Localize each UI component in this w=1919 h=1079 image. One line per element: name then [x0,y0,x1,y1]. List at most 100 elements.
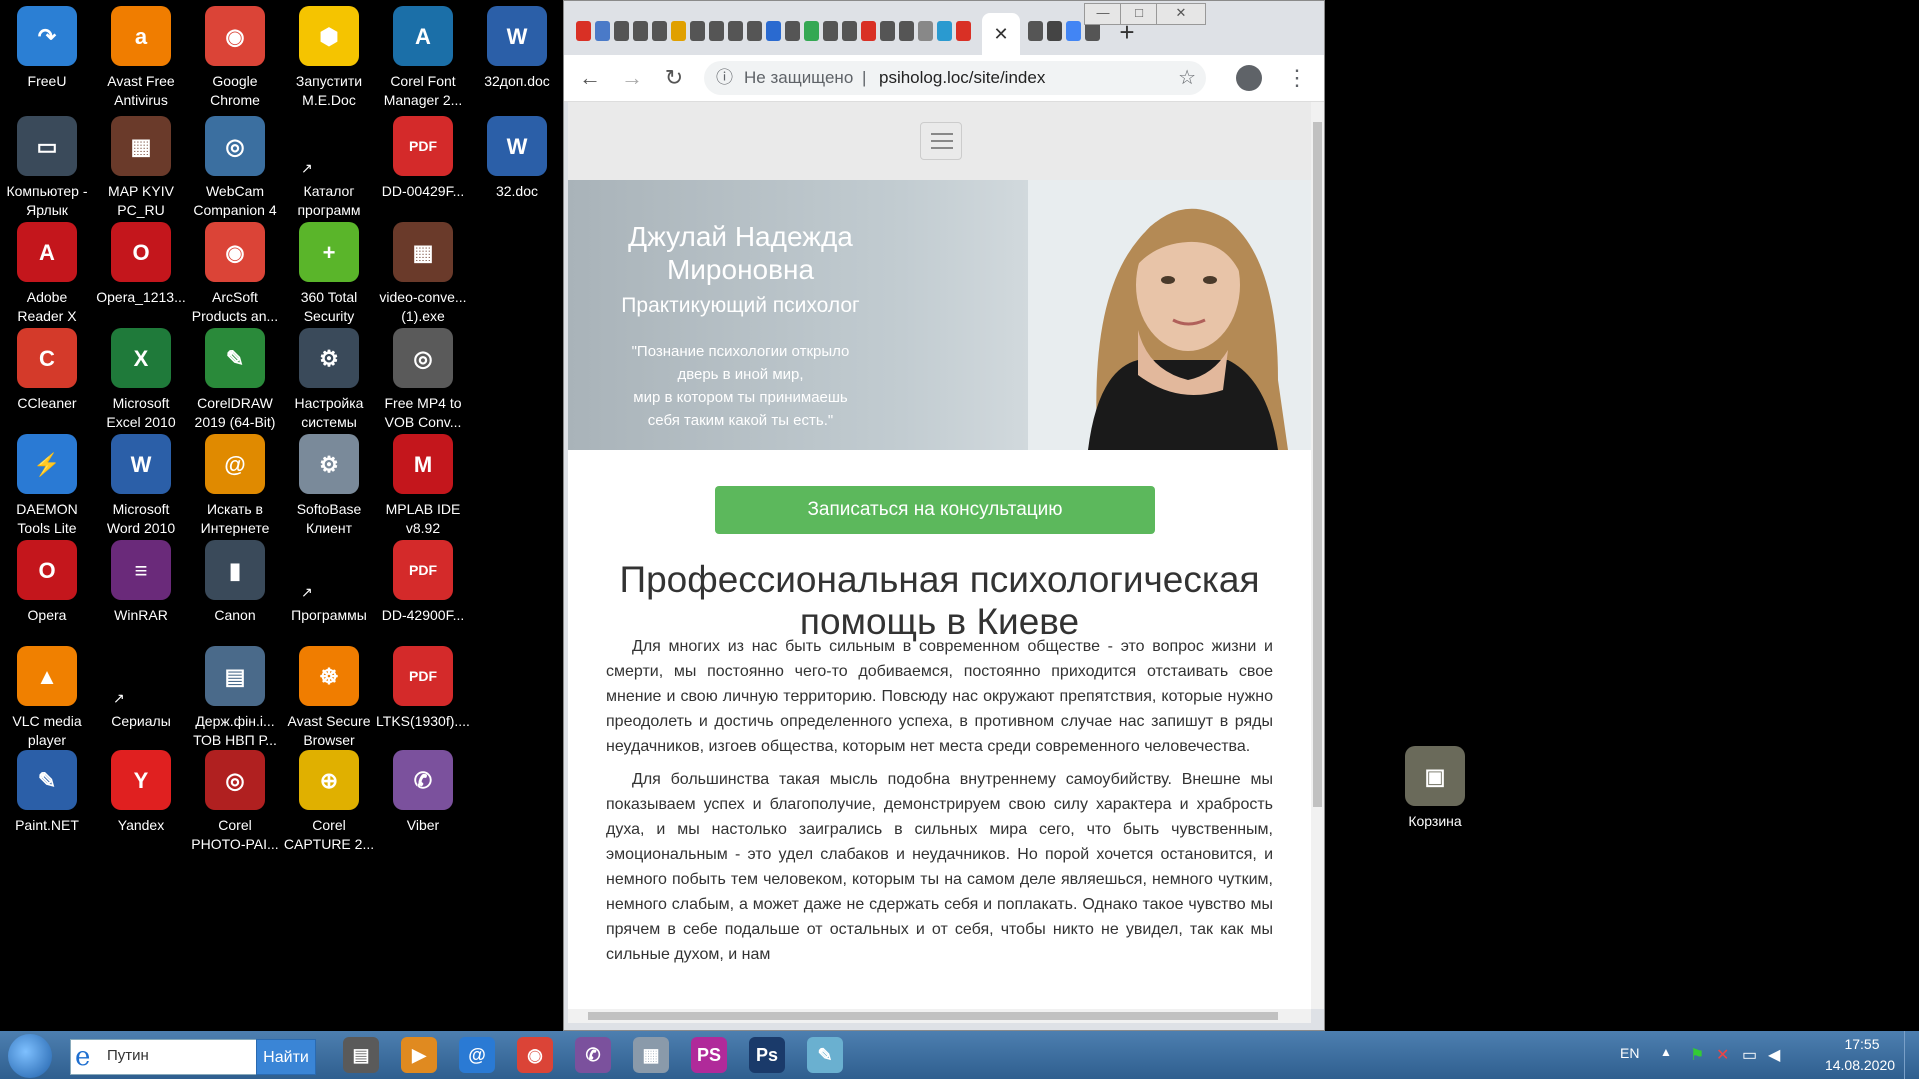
desktop-icon[interactable]: ↗ Программы [282,534,376,654]
info-icon[interactable]: ⓘ [716,61,733,95]
desktop-icon[interactable]: O Opera_1213... [94,216,188,336]
maximize-button[interactable]: □ [1120,3,1158,25]
url-text[interactable]: psiholog.loc/site/index [879,61,1045,95]
desktop-icon[interactable]: ⚡ DAEMON Tools Lite [0,428,94,548]
tab-favicon-icon[interactable] [766,21,781,41]
taskbar-app-printer[interactable]: ▤ [328,1033,394,1077]
tab-favicon-icon[interactable] [690,21,705,41]
tab-favicon-icon[interactable] [576,21,591,41]
taskbar-search-input[interactable] [105,1046,254,1065]
taskbar-app-mail[interactable]: @ [444,1033,510,1077]
desktop-icon[interactable]: ≡ WinRAR [94,534,188,654]
horizontal-scrollbar[interactable] [568,1009,1311,1023]
tab-favicon-icon[interactable] [614,21,629,41]
desktop-icon[interactable]: ▭ Компьютер - Ярлык [0,110,94,230]
tab-favicon-icon[interactable] [652,21,667,41]
tab-favicon-icon[interactable] [709,21,724,41]
show-desktop-button[interactable] [1904,1031,1919,1079]
profile-avatar-icon[interactable] [1236,65,1262,91]
tab-favicon-icon[interactable] [804,21,819,41]
desktop-icon[interactable]: PDF DD-00429F... [376,110,470,230]
taskbar-app-photoshop[interactable]: Ps [734,1033,800,1077]
desktop-icon[interactable]: ▮ Canon [188,534,282,654]
desktop-icon[interactable]: ⬢ Запустити M.E.Doc [282,0,376,120]
vertical-scrollbar[interactable] [1311,102,1324,1009]
volume-icon[interactable]: ◀ [1768,1045,1786,1064]
desktop-icon[interactable]: ◎ Free MP4 to VOB Conv... [376,322,470,442]
clock-date[interactable]: 14.08.2020 [1815,1057,1905,1073]
desktop-icon[interactable]: ◉ ArcSoft Products an... [188,216,282,336]
desktop-icon[interactable]: PDF LTKS(1930f).... [376,640,470,760]
tab-favicon-icon[interactable] [785,21,800,41]
address-bar[interactable]: ⓘ Не защищено | psiholog.loc/site/index … [704,61,1206,95]
desktop-icon[interactable]: ✎ CorelDRAW 2019 (64-Bit) [188,322,282,442]
tab-favicon-icon[interactable] [747,21,762,41]
tab-favicon-icon[interactable] [937,21,952,41]
desktop-icon[interactable]: O Opera [0,534,94,654]
book-consultation-button[interactable]: Записаться на консультацию [715,486,1155,534]
back-button[interactable]: ← [576,64,604,92]
desktop-icon[interactable]: @ Искать в Интернете [188,428,282,548]
desktop-icon[interactable]: W 32.doc [470,110,564,230]
tab-favicon-icon[interactable] [671,21,686,41]
desktop-icon[interactable]: ◎ Corel PHOTO-PAI... [188,744,282,864]
desktop-icon[interactable]: A Corel Font Manager 2... [376,0,470,120]
desktop-icon[interactable]: Y Yandex [94,744,188,864]
tab-favicon-icon[interactable] [956,21,971,41]
tab-favicon-icon[interactable] [861,21,876,41]
flag-icon[interactable]: ⚑ [1690,1045,1708,1064]
taskbar-app-media-player[interactable]: ▶ [386,1033,452,1077]
display-icon[interactable]: ▭ [1742,1045,1760,1064]
taskbar-search-button[interactable]: Найти [256,1039,316,1075]
close-tab-icon[interactable]: ✕ [993,24,1008,44]
tab-favicon-icon[interactable] [842,21,857,41]
desktop-icon[interactable]: ↗ Сериалы [94,640,188,760]
forward-button[interactable]: → [618,64,646,92]
desktop-icon[interactable]: X Microsoft Excel 2010 [94,322,188,442]
tray-expand-icon[interactable]: ▲ [1660,1045,1672,1059]
tab-favicon-icon[interactable] [1047,21,1062,41]
desktop-icon[interactable]: a Avast Free Antivirus [94,0,188,120]
desktop-icon[interactable]: ☸ Avast Secure Browser [282,640,376,760]
taskbar-app-phpstorm[interactable]: PS [676,1033,742,1077]
tab-favicon-icon[interactable] [728,21,743,41]
tab-active[interactable]: ✕ [982,13,1020,55]
desktop-icon[interactable]: C CCleaner [0,322,94,442]
desktop-icon[interactable]: ▤ Держ.фін.і... ТОВ НВП Р... [188,640,282,760]
network-warning-icon[interactable]: ✕ [1716,1045,1734,1064]
tab-favicon-icon[interactable] [880,21,895,41]
taskbar-app-chrome[interactable]: ◉ [502,1033,568,1077]
desktop-icon[interactable]: ⊕ Corel CAPTURE 2... [282,744,376,864]
desktop-icon[interactable]: ↷ FreeU [0,0,94,120]
taskbar-search-box[interactable]: e [70,1039,258,1075]
desktop-icon[interactable]: +360 Total Security [282,216,376,336]
reload-button[interactable]: ↻ [660,64,688,92]
desktop-icon[interactable]: ◎ WebCam Companion 4 [188,110,282,230]
clock-time[interactable]: 17:55 [1832,1036,1892,1052]
desktop-icon[interactable]: ⚙ SoftoBase Клиент [282,428,376,548]
taskbar-app-viber[interactable]: ✆ [560,1033,626,1077]
desktop-icon[interactable]: PDF DD-42900F... [376,534,470,654]
tab-favicon-icon[interactable] [1066,21,1081,41]
tab-favicon-icon[interactable] [899,21,914,41]
taskbar-app-notepad[interactable]: ✎ [792,1033,858,1077]
hamburger-menu-button[interactable] [920,122,962,160]
desktop-icon[interactable]: ▦ MAP KYIV PC_RU [94,110,188,230]
taskbar-app-calculator[interactable]: ▦ [618,1033,684,1077]
desktop-icon[interactable]: W Microsoft Word 2010 [94,428,188,548]
minimize-button[interactable]: — [1084,3,1122,25]
tab-favicon-icon[interactable] [595,21,610,41]
browser-menu-icon[interactable]: ⋮ [1286,63,1308,93]
desktop-icon[interactable]: ✎ Paint.NET [0,744,94,864]
desktop-icon[interactable]: ↗ Каталог программ [282,110,376,230]
language-indicator[interactable]: EN [1620,1045,1639,1061]
bookmark-star-icon[interactable]: ☆ [1178,61,1196,95]
desktop-icon[interactable]: ▲ VLC media player [0,640,94,760]
desktop-icon[interactable]: A Adobe Reader X [0,216,94,336]
recycle-bin-icon[interactable]: ▣ Корзина [1388,740,1482,860]
tab-favicon-icon[interactable] [633,21,648,41]
desktop-icon[interactable]: ▦ video-conve... (1).exe [376,216,470,336]
desktop-icon[interactable]: ✆ Viber [376,744,470,864]
desktop-icon[interactable]: ◉ Google Chrome [188,0,282,120]
desktop-icon[interactable]: ⚙ Настройка системы [282,322,376,442]
